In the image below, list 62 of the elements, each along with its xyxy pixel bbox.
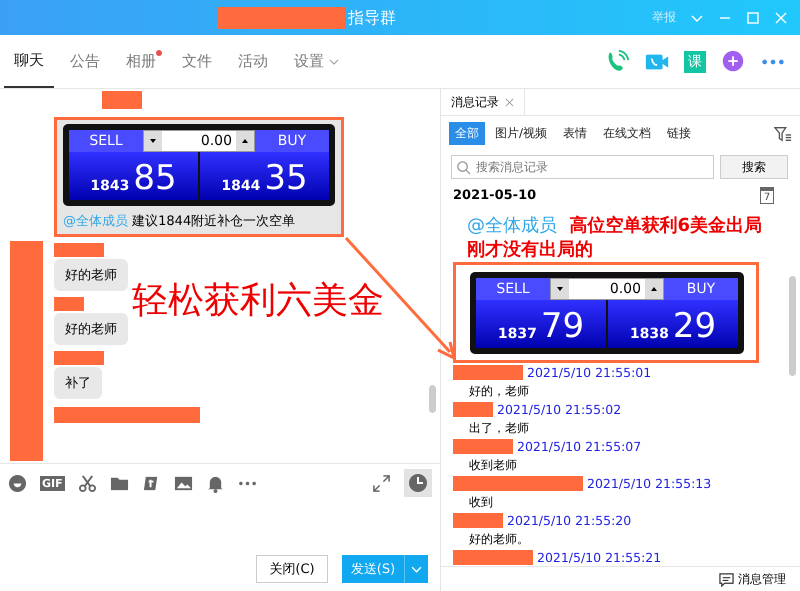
search-field[interactable]: 搜索消息记录 bbox=[451, 155, 714, 179]
message-bubble: 好的老师 bbox=[54, 259, 128, 291]
search-button[interactable]: 搜索 bbox=[720, 155, 788, 179]
tab[interactable]: 相册 bbox=[116, 35, 166, 88]
emoji-icon[interactable] bbox=[8, 474, 27, 492]
redaction-block bbox=[453, 402, 493, 417]
message-time: 2021/5/10 21:55:07 bbox=[517, 439, 642, 454]
annotation-text: 轻松获利六美金 bbox=[132, 279, 384, 323]
redaction-block bbox=[54, 297, 84, 311]
sell-button[interactable]: SELL bbox=[476, 278, 550, 300]
calendar-icon[interactable]: 7 bbox=[760, 187, 774, 204]
expand-icon[interactable] bbox=[372, 474, 391, 492]
message-bubble: 好的老师 bbox=[54, 313, 128, 345]
tab[interactable]: 活动 bbox=[228, 35, 278, 88]
buy-price[interactable]: 1838 29 bbox=[608, 300, 738, 348]
redaction-block bbox=[453, 513, 503, 528]
tab[interactable]: 文件 bbox=[172, 35, 222, 88]
message-time: 2021/5/10 21:55:20 bbox=[507, 513, 632, 528]
close-button[interactable]: 关闭(C) bbox=[256, 555, 328, 583]
tab[interactable]: 聊天 bbox=[4, 35, 54, 88]
window-title: 指导群 bbox=[348, 8, 396, 28]
message-time: 2021/5/10 21:55:13 bbox=[587, 476, 712, 491]
scrollbar[interactable] bbox=[789, 276, 796, 376]
gif-icon[interactable]: GIF bbox=[40, 476, 65, 490]
sell-price[interactable]: 1837 79 bbox=[476, 300, 606, 348]
tab[interactable]: 公告 bbox=[60, 35, 110, 88]
message-time: 2021/5/10 21:55:21 bbox=[537, 550, 662, 565]
filter-tab[interactable]: 在线文档 bbox=[597, 122, 658, 145]
post-text: @全体成员 高位空单获利6美金出局刚才没有出局的 bbox=[466, 214, 764, 262]
filter-icon[interactable] bbox=[774, 124, 792, 142]
redaction-block bbox=[453, 365, 523, 380]
message-text: 出了，老师 bbox=[468, 420, 529, 437]
sell-price[interactable]: 1843 85 bbox=[69, 152, 198, 200]
message-text: 好的老师。 bbox=[468, 531, 529, 548]
message-time: 2021/5/10 21:55:01 bbox=[527, 365, 652, 380]
message-text: 建议1844附近补仓一次空单 bbox=[132, 214, 296, 229]
message-bubble: 补了 bbox=[54, 367, 102, 399]
redaction-block bbox=[54, 351, 104, 365]
message-manage-button[interactable]: 消息管理 bbox=[719, 570, 786, 588]
scrollbar[interactable] bbox=[429, 385, 436, 413]
redaction-block bbox=[453, 439, 513, 454]
message-text: 收到老师 bbox=[468, 457, 517, 474]
filter-tab[interactable]: 链接 bbox=[661, 122, 698, 145]
sell-button[interactable]: SELL bbox=[69, 130, 143, 152]
date-label: 2021-05-10 bbox=[453, 188, 536, 203]
message-text: 好的，老师 bbox=[468, 383, 529, 400]
buy-button[interactable]: BUY bbox=[664, 278, 738, 300]
filter-tab[interactable]: 表情 bbox=[557, 122, 594, 145]
message-time: 2021/5/10 21:55:02 bbox=[497, 402, 622, 417]
history-tab[interactable]: 消息记录 bbox=[441, 89, 525, 115]
chat-bubble-icon bbox=[719, 572, 734, 586]
filter-tab[interactable]: 图片/视频 bbox=[489, 122, 554, 145]
buy-price[interactable]: 1844 35 bbox=[200, 152, 329, 200]
plus-icon[interactable] bbox=[720, 48, 746, 74]
history-button[interactable] bbox=[404, 469, 432, 497]
buy-button[interactable]: BUY bbox=[255, 130, 329, 152]
redaction-block bbox=[54, 243, 104, 257]
message-text: 收到 bbox=[468, 494, 493, 511]
scissors-icon[interactable] bbox=[78, 474, 97, 492]
close-icon[interactable] bbox=[505, 98, 514, 106]
tab[interactable]: 设置 bbox=[284, 35, 349, 88]
redaction-block bbox=[102, 91, 142, 109]
